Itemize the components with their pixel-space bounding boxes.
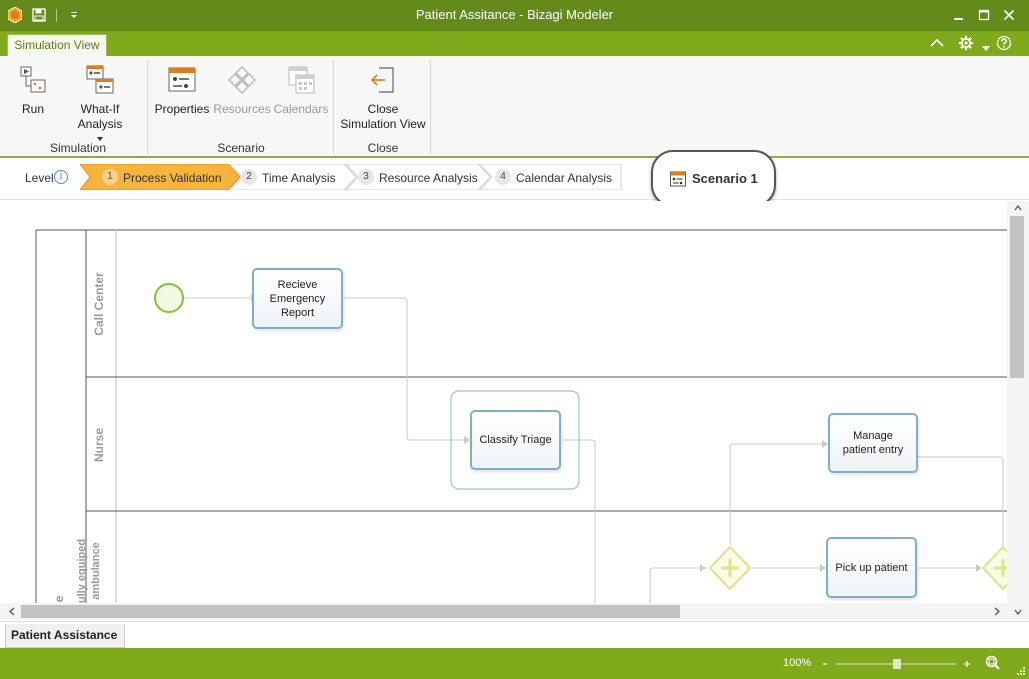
step-number-4: 4 <box>495 169 511 185</box>
task-pick-up-patient[interactable]: Pick up patient <box>826 537 917 598</box>
group-separator <box>147 60 148 154</box>
group-label-scenario: Scenario <box>217 141 265 155</box>
what-if-analysis-label: What-If Analysis <box>77 102 123 131</box>
zoom-fit-icon[interactable] <box>984 654 1002 672</box>
document-tab-bar: Patient Assistance <box>0 621 1029 648</box>
diagram-canvas[interactable]: Call Center Nurse ully equiped ambulance… <box>0 201 1029 621</box>
step-calendar-analysis[interactable]: Calendar Analysis <box>516 171 612 185</box>
step-time-analysis[interactable]: Time Analysis <box>262 171 336 185</box>
step-number-2: 2 <box>241 169 257 185</box>
group-label-simulation: Simulation <box>49 141 107 155</box>
settings-dropdown-icon[interactable] <box>982 41 990 55</box>
task-label: Pick up patient <box>835 561 908 574</box>
scroll-up-icon[interactable] <box>1014 205 1022 211</box>
step-number-1: 1 <box>102 169 118 185</box>
minimize-button[interactable] <box>949 6 969 24</box>
close-view-icon <box>370 67 394 93</box>
tab-simulation-view[interactable]: Simulation View <box>7 34 107 57</box>
resources-icon <box>228 66 256 94</box>
task-classify-triage[interactable]: Classify Triage <box>470 410 561 470</box>
task-label-line: Recieve <box>277 278 318 291</box>
zoom-slider[interactable] <box>820 659 972 669</box>
task-label-line: Report <box>280 306 315 319</box>
task-label-line: Emergency <box>269 292 326 305</box>
maximize-button[interactable] <box>974 6 994 24</box>
group-label-close: Close <box>367 141 399 155</box>
scroll-right-icon[interactable] <box>994 607 1000 616</box>
group-separator <box>430 60 431 154</box>
calendars-button[interactable]: Calendars <box>272 64 330 117</box>
scroll-left-icon[interactable] <box>9 607 15 616</box>
what-if-analysis-button[interactable]: What-If Analysis <box>58 64 142 142</box>
horizontal-scroll-thumb[interactable] <box>21 605 680 618</box>
step-process-validation[interactable]: Process Validation <box>123 171 222 185</box>
lane-label-nurse: Nurse <box>92 428 106 463</box>
what-if-analysis-icon <box>86 65 114 94</box>
scenario-name: Scenario 1 <box>692 171 758 186</box>
properties-label: Properties <box>154 102 210 116</box>
run-icon <box>20 66 46 93</box>
calendars-label: Calendars <box>273 102 329 116</box>
help-icon[interactable] <box>996 35 1014 53</box>
task-label-line: Manage <box>853 430 893 442</box>
run-label: Run <box>21 102 44 116</box>
resize-grip-icon[interactable] <box>1016 666 1026 676</box>
ribbon-tab-bar: Simulation View <box>0 31 1029 57</box>
resources-label: Resources <box>213 102 271 116</box>
run-button[interactable]: Run <box>16 64 50 117</box>
title-bar: Patient Assitance - Bizagi Modeler <box>0 0 1029 31</box>
zoom-level: 100% <box>783 657 812 669</box>
ribbon: Run What-If Analysis Simulation Properti… <box>0 56 1029 158</box>
app-window: Patient Assitance - Bizagi Modeler Simul… <box>0 0 1029 679</box>
group-separator <box>333 60 334 154</box>
doc-tab-patient-assistance[interactable]: Patient Assistance <box>5 624 125 648</box>
level-bar: Level i 1 Process Validation 2 Time Anal… <box>0 158 1029 200</box>
properties-button[interactable]: Properties <box>154 64 210 117</box>
window-title: Patient Assitance - Bizagi Modeler <box>415 7 614 22</box>
task-manage-patient-entry[interactable]: Manage patient entry <box>828 413 918 473</box>
scroll-down-icon[interactable] <box>1014 609 1022 615</box>
task-label-line: patient entry <box>842 444 904 456</box>
lane-label-call-center: Call Center <box>92 272 106 336</box>
vertical-scrollbar[interactable] <box>1007 201 1029 620</box>
task-recieve-emergency-report[interactable]: Recieve Emergency Report <box>252 268 343 329</box>
settings-gear-icon[interactable] <box>958 35 976 53</box>
collapse-ribbon-icon[interactable] <box>929 36 947 52</box>
vertical-scroll-thumb[interactable] <box>1010 216 1024 378</box>
close-label-line1: Close <box>367 102 399 116</box>
scenario-selector[interactable]: Scenario 1 <box>651 150 776 207</box>
calendars-icon <box>288 66 315 94</box>
properties-icon <box>168 67 196 92</box>
info-icon[interactable]: i <box>54 170 68 184</box>
scenario-icon <box>670 171 686 187</box>
close-label-line2: Simulation View <box>340 117 426 131</box>
close-window-button[interactable] <box>999 6 1019 24</box>
status-bar: 100% <box>0 648 1029 679</box>
step-resource-analysis[interactable]: Resource Analysis <box>379 171 478 185</box>
task-label: Classify Triage <box>479 434 552 446</box>
close-simulation-view-button[interactable]: Close Simulation View <box>338 64 428 132</box>
step-number-3: 3 <box>358 169 374 185</box>
horizontal-scrollbar[interactable] <box>0 603 1007 620</box>
level-label: Level <box>25 171 54 185</box>
resources-button[interactable]: Resources <box>213 64 271 117</box>
